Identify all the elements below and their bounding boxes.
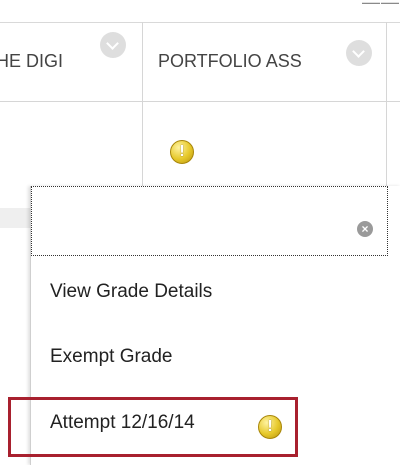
chevron-down-icon[interactable] — [100, 32, 126, 58]
close-icon[interactable]: × — [357, 221, 373, 237]
column-header-portfolio[interactable]: PORTFOLIO ASS — [158, 22, 374, 101]
warning-icon: ! — [258, 415, 282, 439]
menu-item-label: Attempt 12/16/14 — [50, 412, 195, 433]
warning-icon[interactable]: ! — [170, 140, 194, 164]
header-divider — [0, 101, 400, 102]
top-strip: —— — [0, 0, 400, 23]
menu-item-attempt[interactable]: Attempt 12/16/14 — [50, 412, 195, 434]
menu-search-field[interactable]: × — [31, 186, 388, 256]
menu-item-label: Exempt Grade — [50, 346, 173, 367]
column-header-label: HE DIGI — [0, 51, 64, 71]
column-header-label: PORTFOLIO ASS — [158, 51, 302, 71]
chevron-down-icon[interactable] — [346, 40, 372, 66]
menu-item-label: View Grade Details — [50, 281, 213, 302]
top-partial-text: —— — [362, 0, 400, 12]
row-shade — [0, 208, 30, 228]
menu-item-exempt-grade[interactable]: Exempt Grade — [50, 346, 173, 368]
menu-item-view-grade-details[interactable]: View Grade Details — [50, 281, 212, 303]
